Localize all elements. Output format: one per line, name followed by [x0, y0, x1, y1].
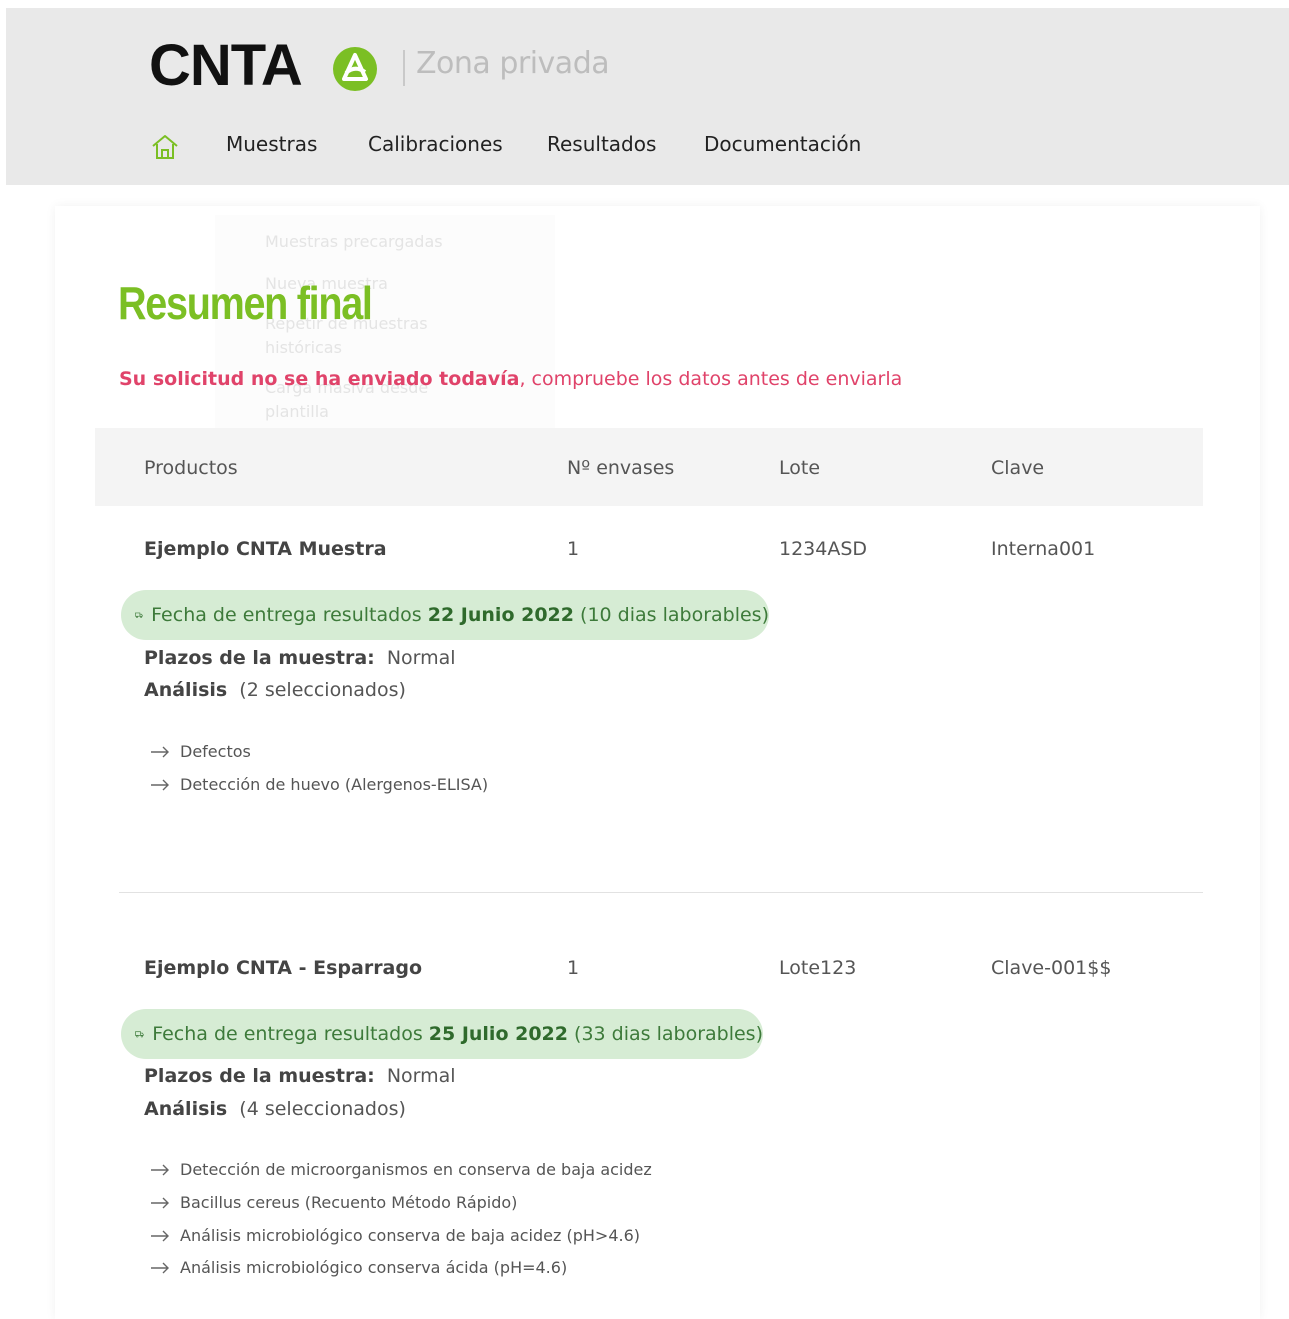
arrow-right-icon	[151, 779, 169, 790]
analysis-item-label: Detección de microorganismos en conserva…	[180, 1160, 652, 1179]
analysis-item: Detección de huevo (Alergenos-ELISA)	[150, 775, 488, 794]
analysis-label: Análisis	[144, 1098, 228, 1120]
analysis-line: Análisis (4 seleccionados)	[144, 1098, 406, 1120]
lote-value: Lote123	[779, 957, 857, 979]
analysis-count: (2 seleccionados)	[233, 679, 406, 701]
plazos-value: Normal	[380, 647, 456, 669]
logo-separator	[403, 50, 405, 86]
delivery-days: (33 dias laborables)	[574, 1023, 763, 1045]
analysis-line: Análisis (2 seleccionados)	[144, 679, 406, 701]
arrow-right-icon	[151, 1262, 169, 1273]
delivery-prefix: Fecha de entrega resultados	[152, 1023, 423, 1045]
ghost-menu-item: históricas	[265, 338, 342, 357]
home-icon[interactable]	[150, 132, 180, 162]
column-header-lote: Lote	[779, 457, 821, 479]
analysis-item: Defectos	[150, 742, 251, 761]
arrow-right-icon	[151, 1164, 169, 1175]
zone-label: Zona privada	[416, 46, 610, 81]
logo-text[interactable]: CNTA	[149, 36, 303, 96]
analysis-item-label: Bacillus cereus (Recuento Método Rápido)	[180, 1193, 518, 1212]
plazos-label: Plazos de la muestra:	[144, 1065, 375, 1087]
plazos-line: Plazos de la muestra: Normal	[144, 647, 456, 669]
clave-value: Interna001	[991, 538, 1096, 560]
nav-item-calibraciones[interactable]: Calibraciones	[368, 132, 503, 156]
page-title: Resumen final	[118, 277, 373, 329]
analysis-label: Análisis	[144, 679, 228, 701]
logo-icon[interactable]	[332, 46, 378, 92]
analysis-item-label: Análisis microbiológico conserva ácida (…	[180, 1258, 568, 1277]
envases-value: 1	[567, 538, 580, 560]
nav-item-documentacion[interactable]: Documentación	[704, 132, 861, 156]
analysis-item-label: Defectos	[180, 742, 251, 761]
delivery-prefix: Fecha de entrega resultados	[151, 604, 422, 626]
truck-icon	[135, 612, 143, 619]
nav-item-resultados[interactable]: Resultados	[547, 132, 656, 156]
delivery-date-badge: Fecha de entrega resultados 25 Julio 202…	[121, 1009, 763, 1059]
product-name: Ejemplo CNTA - Esparrago	[144, 957, 423, 979]
analysis-item-label: Análisis microbiológico conserva de baja…	[180, 1226, 641, 1245]
lote-value: 1234ASD	[779, 538, 868, 560]
delivery-date: 22 Junio 2022	[427, 604, 574, 626]
sample-divider	[119, 892, 1203, 893]
plazos-value: Normal	[380, 1065, 456, 1087]
column-header-productos: Productos	[144, 457, 238, 479]
analysis-count: (4 seleccionados)	[233, 1098, 406, 1120]
analysis-item: Detección de microorganismos en conserva…	[150, 1160, 652, 1179]
column-header-envases: Nº envases	[567, 457, 675, 479]
ghost-menu-item: Muestras precargadas	[265, 232, 443, 251]
plazos-label: Plazos de la muestra:	[144, 647, 375, 669]
product-name: Ejemplo CNTA Muestra	[144, 538, 387, 560]
analysis-item-label: Detección de huevo (Alergenos-ELISA)	[180, 775, 489, 794]
analysis-item: Análisis microbiológico conserva de baja…	[150, 1226, 640, 1245]
warning-rest: , compruebe los datos antes de enviarla	[519, 368, 903, 390]
nav-item-muestras[interactable]: Muestras	[226, 132, 317, 156]
analysis-item: Bacillus cereus (Recuento Método Rápido)	[150, 1193, 517, 1212]
arrow-right-icon	[151, 1230, 169, 1241]
ghost-menu-item: plantilla	[265, 402, 329, 421]
delivery-date: 25 Julio 2022	[428, 1023, 568, 1045]
truck-icon	[135, 1031, 144, 1038]
plazos-line: Plazos de la muestra: Normal	[144, 1065, 456, 1087]
delivery-days: (10 dias laborables)	[580, 604, 769, 626]
site-header: CNTA Zona privada Muestras Calibraciones…	[6, 8, 1289, 185]
warning-message: Su solicitud no se ha enviado todavía, c…	[119, 368, 902, 390]
arrow-right-icon	[151, 1197, 169, 1208]
arrow-right-icon	[151, 746, 169, 757]
clave-value: Clave-001$$	[991, 957, 1112, 979]
delivery-date-badge: Fecha de entrega resultados 22 Junio 202…	[121, 590, 769, 640]
column-header-clave: Clave	[991, 457, 1045, 479]
warning-bold: Su solicitud no se ha enviado todavía	[119, 368, 520, 390]
analysis-item: Análisis microbiológico conserva ácida (…	[150, 1258, 567, 1277]
envases-value: 1	[567, 957, 580, 979]
